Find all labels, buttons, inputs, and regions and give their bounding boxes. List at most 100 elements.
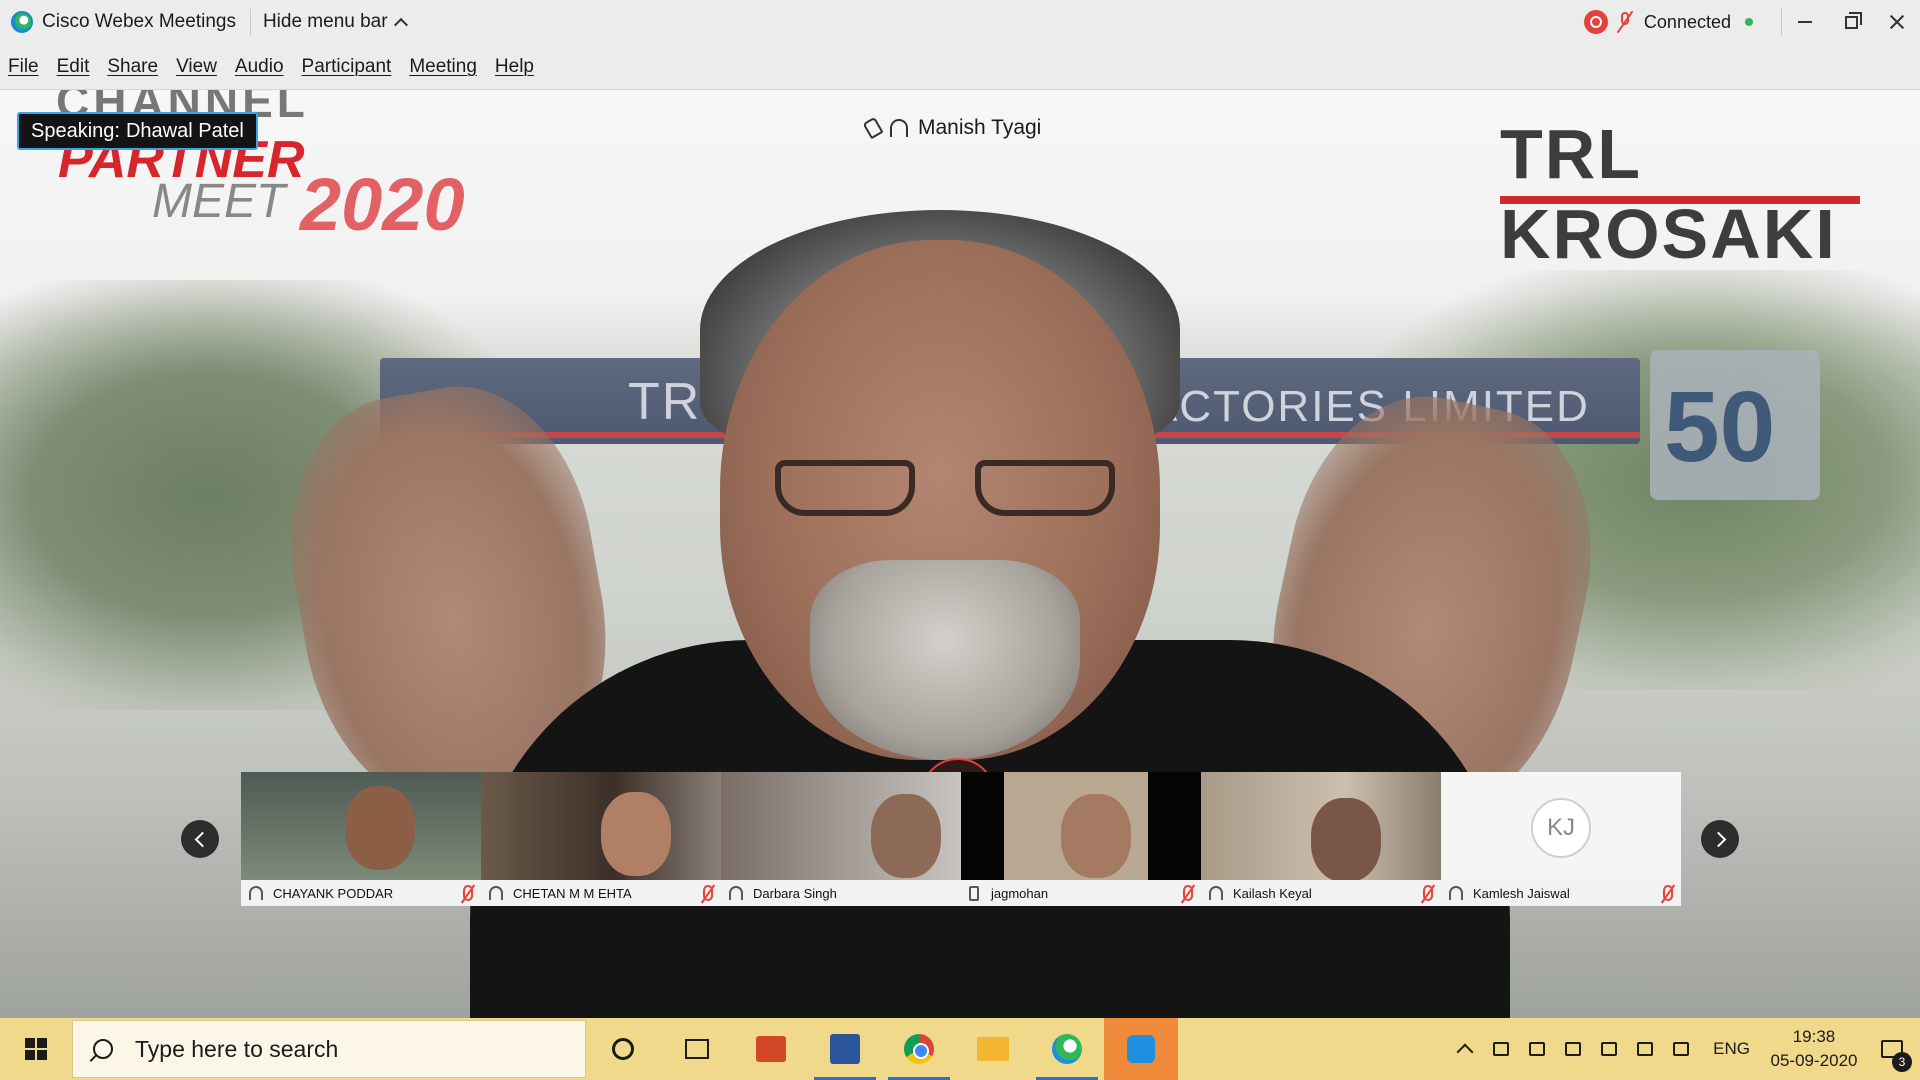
- muted-mic-icon: [463, 885, 473, 901]
- muted-mic-icon[interactable]: [1616, 10, 1634, 34]
- show-hidden-icons-button[interactable]: [1447, 1018, 1483, 1080]
- active-participant-label: Manish Tyagi: [862, 110, 1042, 146]
- hide-menu-bar-label: Hide menu bar: [262, 11, 388, 32]
- menu-edit[interactable]: Edit: [57, 56, 90, 78]
- clock-date: 05-09-2020: [1770, 1051, 1858, 1070]
- folder-icon: [977, 1037, 1009, 1061]
- avatar: KJ: [1531, 798, 1591, 858]
- taskbar-search[interactable]: Type here to search: [72, 1020, 586, 1078]
- close-button[interactable]: [1874, 0, 1920, 44]
- participant-name: jagmohan: [991, 885, 1049, 901]
- taskbar: Type here to search ENG 19:38 05-09-2020…: [0, 1018, 1920, 1080]
- cortana-button[interactable]: [586, 1018, 660, 1080]
- next-participants-button[interactable]: [1701, 820, 1739, 858]
- speaking-name: Dhawal Patel: [125, 119, 244, 142]
- participant-tile[interactable]: Kailash Keyal: [1201, 772, 1441, 906]
- menu-bar: File Edit Share View Audio Participant M…: [0, 44, 1920, 90]
- headset-icon: [1209, 886, 1223, 900]
- clock[interactable]: 19:38 05-09-2020: [1764, 1025, 1864, 1073]
- dropbox-icon[interactable]: [1483, 1018, 1519, 1080]
- chrome-icon: [904, 1034, 934, 1064]
- participant-name: Kailash Keyal: [1233, 885, 1312, 901]
- participant-label: Darbara Singh: [721, 880, 961, 906]
- headset-icon: [1449, 886, 1463, 900]
- recording-icon[interactable]: [1583, 10, 1608, 34]
- participant-video: [1201, 772, 1441, 882]
- cortana-icon: [612, 1038, 634, 1060]
- phone-icon: [969, 885, 979, 901]
- anniversary-number: 50: [1664, 371, 1776, 483]
- webex-icon: [1052, 1034, 1082, 1064]
- clock-time: 19:38: [1792, 1027, 1836, 1046]
- chrome-button[interactable]: [882, 1018, 956, 1080]
- onedrive-icon[interactable]: [1519, 1018, 1555, 1080]
- title-bar: Cisco Webex Meetings Hide menu bar Conne…: [0, 0, 1920, 44]
- trl-krosaki-logo: TRL KROSAKI: [1500, 114, 1870, 273]
- powerpoint-button[interactable]: [734, 1018, 808, 1080]
- headset-icon: [249, 886, 263, 900]
- headset-icon: [890, 119, 908, 137]
- participant-label: jagmohan: [961, 880, 1201, 906]
- menu-file[interactable]: File: [8, 56, 39, 78]
- menu-help[interactable]: Help: [495, 56, 534, 78]
- participant-name: Darbara Singh: [753, 885, 837, 901]
- speaker-beard: [810, 560, 1080, 760]
- anniversary-logo: 50: [1650, 350, 1820, 500]
- participant-label: CHAYANK PODDAR: [241, 880, 481, 906]
- webex-assistant-icon: [1127, 1035, 1155, 1063]
- language-indicator[interactable]: ENG: [1699, 1039, 1764, 1059]
- webex-meetings-button[interactable]: [1030, 1018, 1104, 1080]
- hide-menu-bar-button[interactable]: Hide menu bar: [262, 11, 408, 33]
- muted-mic-icon: [1183, 885, 1193, 901]
- participant-video: [481, 772, 721, 880]
- previous-participants-button[interactable]: [181, 820, 219, 858]
- menu-participant[interactable]: Participant: [302, 56, 392, 78]
- participant-video: [961, 772, 1201, 880]
- webex-assistant-button[interactable]: [1104, 1018, 1178, 1080]
- participant-tile[interactable]: CHETAN M M EHTA: [481, 772, 721, 906]
- menu-meeting[interactable]: Meeting: [409, 56, 477, 78]
- headset-icon: [489, 886, 503, 900]
- menu-share[interactable]: Share: [107, 56, 158, 78]
- participant-video: [241, 772, 481, 880]
- word-button[interactable]: [808, 1018, 882, 1080]
- task-view-button[interactable]: [660, 1018, 734, 1080]
- start-button[interactable]: [0, 1018, 72, 1080]
- microphone-icon[interactable]: [1555, 1018, 1591, 1080]
- logo-line-meet: MEET: [152, 175, 286, 228]
- battery-icon[interactable]: [1627, 1018, 1663, 1080]
- title-divider: [249, 9, 251, 35]
- pin-icon[interactable]: [862, 116, 884, 140]
- participant-tile[interactable]: KJ Kamlesh Jaiswal: [1441, 772, 1681, 906]
- active-participant-name: Manish Tyagi: [918, 116, 1042, 139]
- participant-tile[interactable]: jagmohan: [961, 772, 1201, 906]
- participant-video: [721, 772, 961, 880]
- action-center-button[interactable]: 3: [1864, 1018, 1920, 1080]
- participant-strip: CHAYANK PODDAR CHETAN M M EHTA Darbara S…: [241, 772, 1681, 906]
- trl-krosaki-text: TRL KROSAKI: [1500, 115, 1837, 273]
- menu-audio[interactable]: Audio: [235, 56, 284, 78]
- file-explorer-button[interactable]: [956, 1018, 1030, 1080]
- muted-mic-icon: [703, 885, 713, 901]
- wifi-icon[interactable]: [1591, 1018, 1627, 1080]
- notification-badge: 3: [1892, 1052, 1912, 1072]
- windows-logo-icon: [25, 1038, 47, 1060]
- menu-view[interactable]: View: [176, 56, 217, 78]
- connection-status: Connected: [1643, 11, 1731, 32]
- minimize-button[interactable]: [1782, 0, 1828, 44]
- participant-label: Kailash Keyal: [1201, 880, 1441, 906]
- logo-underline: [1500, 196, 1860, 204]
- participant-label: Kamlesh Jaiswal: [1441, 880, 1681, 906]
- participant-tile[interactable]: Darbara Singh: [721, 772, 961, 906]
- word-icon: [830, 1034, 860, 1064]
- app-title: Cisco Webex Meetings: [42, 11, 236, 32]
- participant-tile[interactable]: CHAYANK PODDAR: [241, 772, 481, 906]
- webex-logo-icon: [11, 11, 33, 33]
- logo-line-year: 2020: [300, 163, 465, 246]
- volume-icon[interactable]: [1663, 1018, 1699, 1080]
- speaker-glasses: [775, 460, 1115, 520]
- participant-name: CHAYANK PODDAR: [273, 885, 394, 901]
- muted-mic-icon: [1663, 885, 1673, 901]
- system-tray: ENG 19:38 05-09-2020 3: [1447, 1018, 1920, 1080]
- restore-button[interactable]: [1828, 0, 1874, 44]
